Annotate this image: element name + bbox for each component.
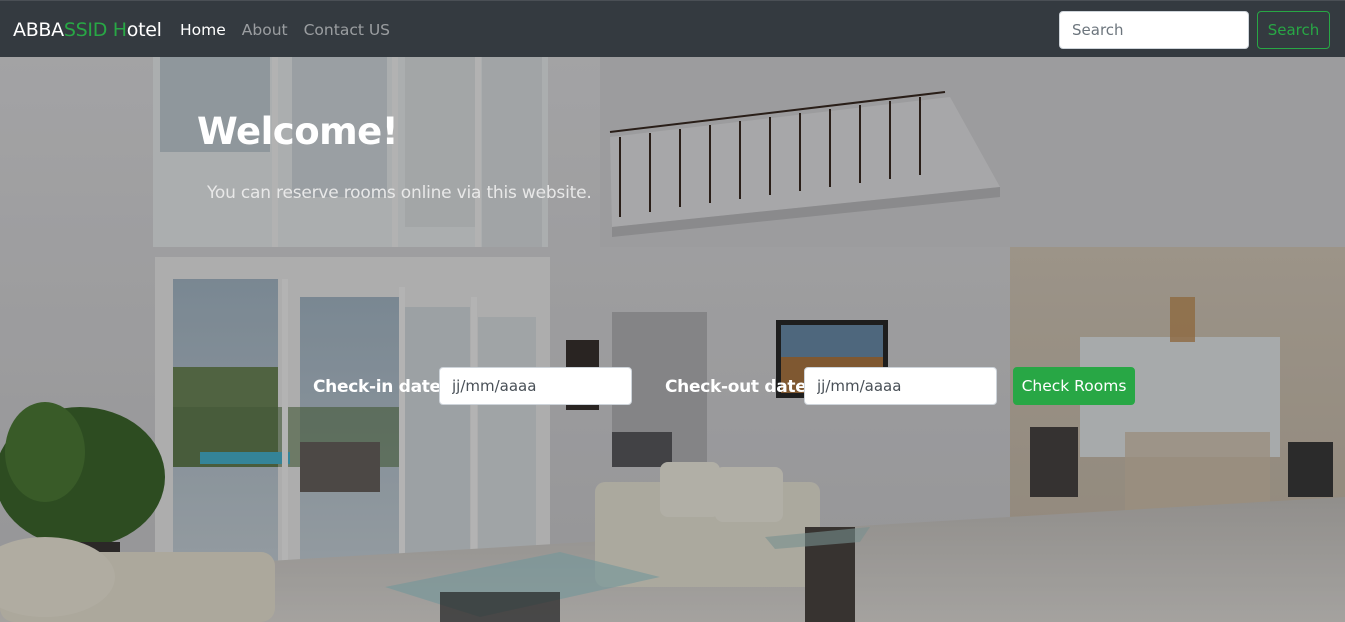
nav-link-contact[interactable]: Contact US — [304, 20, 390, 40]
hero-title: Welcome! — [197, 110, 399, 153]
brand-text-white: ABBA — [13, 19, 64, 41]
checkout-date-input[interactable] — [804, 367, 997, 405]
nav-link-about[interactable]: About — [242, 20, 288, 40]
checkin-date-input[interactable] — [439, 367, 632, 405]
checkin-label: Check-in date — [313, 377, 441, 397]
navbar: ABBASSID Hotel Home About Contact US Sea… — [0, 0, 1345, 57]
search-input[interactable] — [1059, 11, 1249, 49]
hero-section: Welcome! You can reserve rooms online vi… — [0, 57, 1345, 622]
nav-links: Home About Contact US — [180, 20, 406, 40]
brand-text-white-end: otel — [126, 19, 162, 41]
search-button[interactable]: Search — [1257, 11, 1330, 49]
nav-link-home[interactable]: Home — [180, 20, 226, 40]
brand-text-green: SSID H — [63, 19, 127, 41]
check-rooms-button[interactable]: Check Rooms — [1013, 367, 1135, 405]
checkout-label: Check-out date — [665, 377, 807, 397]
hero-subtitle: You can reserve rooms online via this we… — [207, 183, 592, 203]
brand-logo[interactable]: ABBASSID Hotel — [13, 18, 162, 42]
